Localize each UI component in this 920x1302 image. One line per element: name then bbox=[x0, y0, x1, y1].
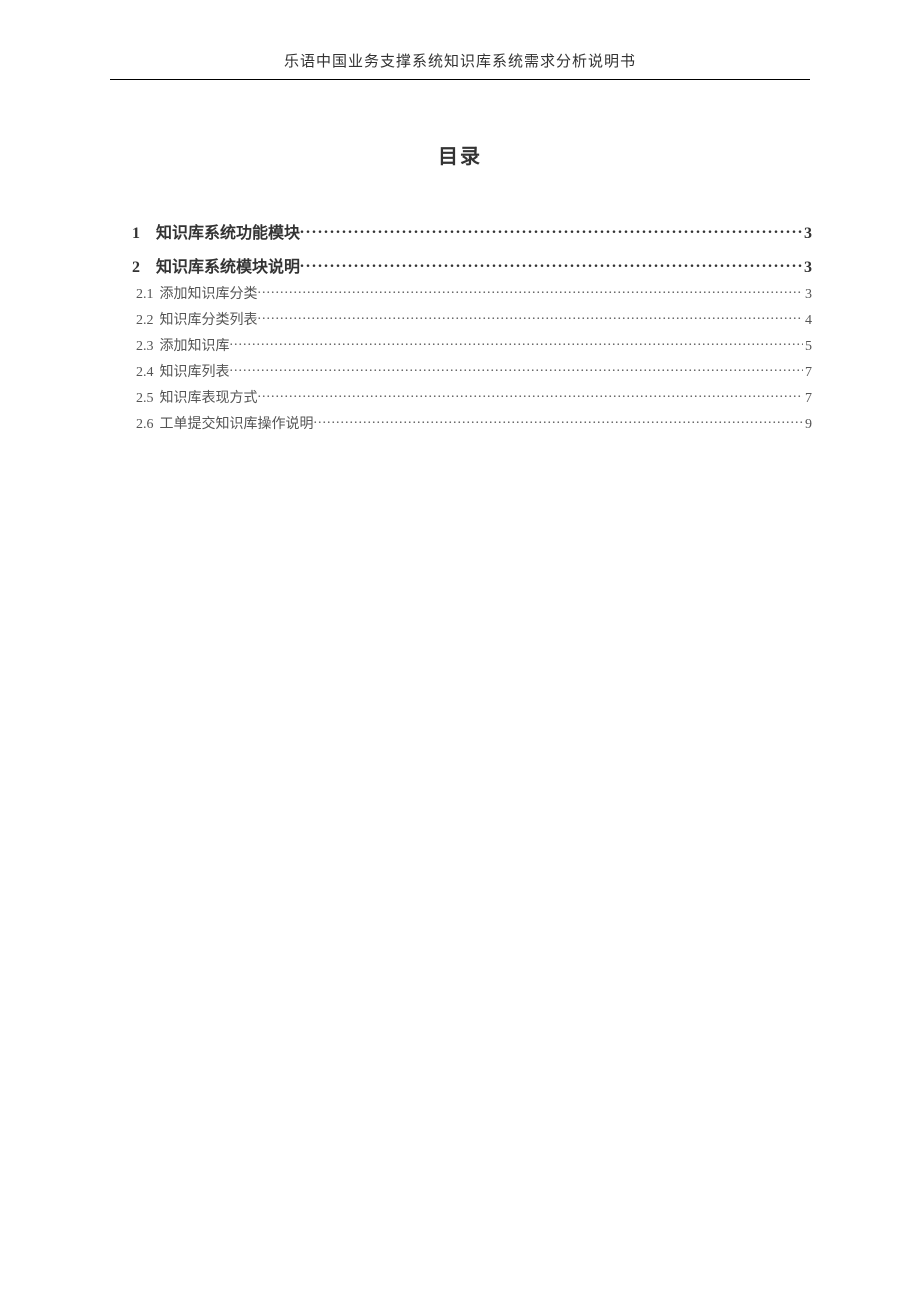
toc-entry: 2.1 添加知识库分类 3 bbox=[108, 283, 812, 303]
toc-page: 9 bbox=[803, 417, 812, 433]
toc-num: 2.4 bbox=[136, 365, 160, 381]
toc-num: 1 bbox=[132, 225, 156, 243]
toc-label: 工单提交知识库操作说明 bbox=[160, 413, 314, 433]
toc-page: 3 bbox=[803, 287, 812, 303]
toc-label: 知识库分类列表 bbox=[160, 309, 258, 329]
toc-label: 知识库系统模块说明 bbox=[156, 253, 300, 277]
toc-label: 知识库系统功能模块 bbox=[156, 219, 300, 243]
toc-entry: 2.2 知识库分类列表 4 bbox=[108, 309, 812, 329]
toc-num: 2 bbox=[132, 259, 156, 277]
toc-page: 5 bbox=[803, 339, 812, 355]
toc-label: 知识库列表 bbox=[160, 361, 230, 381]
header-title: 乐语中国业务支撑系统知识库系统需求分析说明书 bbox=[284, 54, 636, 70]
toc-page: 4 bbox=[803, 313, 812, 329]
toc-container: 1 知识库系统功能模块 3 2 知识库系统模块说明 3 2.1 添加知识库分类 … bbox=[108, 219, 812, 433]
toc-page: 3 bbox=[802, 225, 812, 243]
toc-label: 添加知识库分类 bbox=[160, 283, 258, 303]
toc-num: 2.2 bbox=[136, 313, 160, 329]
toc-num: 2.5 bbox=[136, 391, 160, 407]
toc-leader bbox=[230, 336, 804, 350]
toc-leader bbox=[258, 284, 804, 298]
toc-leader bbox=[300, 256, 802, 272]
toc-entry: 2 知识库系统模块说明 3 bbox=[108, 253, 812, 277]
toc-leader bbox=[314, 414, 804, 428]
toc-num: 2.6 bbox=[136, 417, 160, 433]
toc-leader bbox=[258, 388, 804, 402]
page-header: 乐语中国业务支撑系统知识库系统需求分析说明书 bbox=[0, 0, 920, 71]
toc-heading: 目录 bbox=[0, 140, 920, 169]
toc-page: 7 bbox=[803, 365, 812, 381]
toc-entry: 2.5 知识库表现方式 7 bbox=[108, 387, 812, 407]
toc-leader bbox=[230, 362, 804, 376]
toc-label: 添加知识库 bbox=[160, 335, 230, 355]
toc-entry: 2.6 工单提交知识库操作说明 9 bbox=[108, 413, 812, 433]
header-rule bbox=[110, 79, 810, 80]
toc-entry: 1 知识库系统功能模块 3 bbox=[108, 219, 812, 243]
toc-num: 2.3 bbox=[136, 339, 160, 355]
toc-label: 知识库表现方式 bbox=[160, 387, 258, 407]
toc-page: 3 bbox=[802, 259, 812, 277]
toc-entry: 2.3 添加知识库 5 bbox=[108, 335, 812, 355]
toc-page: 7 bbox=[803, 391, 812, 407]
toc-num: 2.1 bbox=[136, 287, 160, 303]
toc-leader bbox=[300, 222, 802, 238]
toc-entry: 2.4 知识库列表 7 bbox=[108, 361, 812, 381]
toc-leader bbox=[258, 310, 804, 324]
